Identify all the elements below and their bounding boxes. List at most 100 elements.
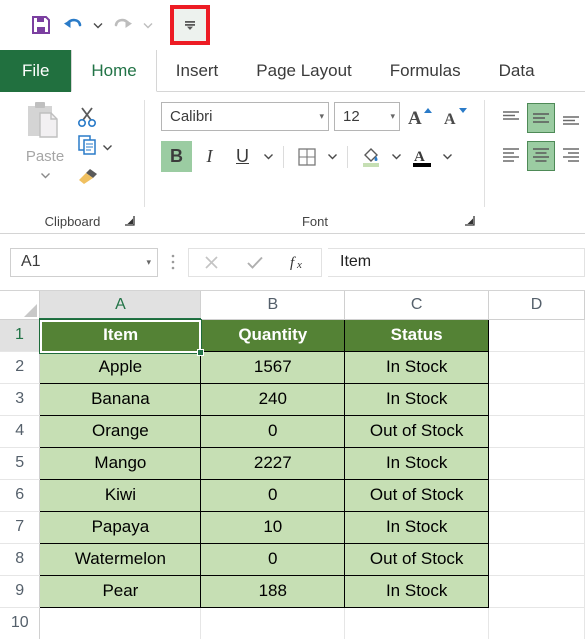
cell-d6[interactable]	[488, 479, 585, 512]
redo-dropdown-button[interactable]	[140, 10, 156, 40]
cell-a6[interactable]: Kiwi	[39, 478, 202, 512]
customize-quick-access-toolbar-button[interactable]	[170, 5, 210, 45]
cell-c1[interactable]: Status	[344, 318, 490, 352]
cell-b3[interactable]: 240	[200, 382, 346, 416]
cell-a3[interactable]: Banana	[39, 382, 202, 416]
cell-b4[interactable]: 0	[200, 414, 346, 448]
tab-data[interactable]: Data	[480, 50, 554, 92]
cell-d4[interactable]	[488, 415, 585, 448]
undo-button[interactable]	[58, 10, 88, 40]
cell-c4[interactable]: Out of Stock	[344, 414, 490, 448]
cell-d10[interactable]	[488, 607, 585, 639]
cell-a10[interactable]	[39, 607, 202, 639]
row-header-5[interactable]: 5	[0, 447, 41, 480]
row-header-9[interactable]: 9	[0, 575, 41, 608]
cell-a4[interactable]: Orange	[39, 414, 202, 448]
align-right-button[interactable]	[558, 141, 585, 171]
row-header-6[interactable]: 6	[0, 479, 41, 512]
row-header-7[interactable]: 7	[0, 511, 41, 544]
enter-formula-button[interactable]	[233, 249, 277, 276]
underline-button[interactable]: U	[227, 141, 258, 172]
cell-a1[interactable]: Item	[39, 318, 202, 352]
borders-dropdown-button[interactable]	[324, 141, 340, 172]
cell-b6[interactable]: 0	[200, 478, 346, 512]
tab-formulas[interactable]: Formulas	[371, 50, 480, 92]
cell-d9[interactable]	[488, 575, 585, 608]
cell-d2[interactable]	[488, 351, 585, 384]
cell-a8[interactable]: Watermelon	[39, 542, 202, 576]
tab-page-layout[interactable]: Page Layout	[237, 50, 370, 92]
align-left-button[interactable]	[497, 141, 524, 171]
cell-c2[interactable]: In Stock	[344, 350, 490, 384]
cell-c9[interactable]: In Stock	[344, 574, 490, 608]
cell-c8[interactable]: Out of Stock	[344, 542, 490, 576]
row-header-4[interactable]: 4	[0, 415, 41, 448]
cell-c6[interactable]: Out of Stock	[344, 478, 490, 512]
font-dialog-launcher[interactable]	[463, 214, 477, 228]
cell-d8[interactable]	[488, 543, 585, 576]
font-name-combobox[interactable]: Calibri ▾	[161, 102, 329, 131]
top-align-button[interactable]	[497, 103, 524, 133]
undo-dropdown-button[interactable]	[90, 10, 106, 40]
formula-input[interactable]: Item	[328, 247, 585, 277]
cell-b7[interactable]: 10	[200, 510, 346, 544]
bold-button[interactable]: B	[161, 141, 192, 172]
save-button[interactable]	[26, 10, 56, 40]
cell-a5[interactable]: Mango	[39, 446, 202, 480]
cell-c5[interactable]: In Stock	[344, 446, 490, 480]
row-header-10[interactable]: 10	[0, 607, 41, 639]
increase-font-size-button[interactable]: A	[405, 102, 435, 131]
cell-b1[interactable]: Quantity	[200, 318, 346, 352]
copy-button[interactable]	[76, 134, 98, 161]
fill-color-button[interactable]	[355, 141, 386, 172]
cell-b9[interactable]: 188	[200, 574, 346, 608]
middle-align-button[interactable]	[527, 103, 555, 133]
tab-file[interactable]: File	[0, 50, 72, 92]
paste-button[interactable]: Paste	[14, 100, 76, 192]
font-color-dropdown-button[interactable]	[439, 141, 455, 172]
formula-bar-handle[interactable]	[158, 247, 188, 277]
cell-c3[interactable]: In Stock	[344, 382, 490, 416]
cell-a9[interactable]: Pear	[39, 574, 202, 608]
row-header-1[interactable]: 1	[0, 319, 41, 352]
select-all-button[interactable]	[0, 291, 41, 320]
clipboard-dialog-launcher[interactable]	[123, 214, 137, 228]
tab-home[interactable]: Home	[71, 50, 157, 92]
column-header-c[interactable]: C	[344, 291, 490, 320]
cut-button[interactable]	[76, 102, 113, 132]
row-header-3[interactable]: 3	[0, 383, 41, 416]
tab-insert[interactable]: Insert	[157, 50, 238, 92]
underline-dropdown-button[interactable]	[260, 141, 276, 172]
insert-function-button[interactable]: f x	[277, 249, 321, 276]
name-box[interactable]: A1 ▾	[10, 247, 158, 277]
format-painter-button[interactable]	[76, 162, 113, 192]
cell-c10[interactable]	[344, 607, 490, 639]
cell-b10[interactable]	[200, 607, 346, 639]
copy-dropdown-icon[interactable]	[102, 138, 113, 156]
cell-a7[interactable]: Papaya	[39, 510, 202, 544]
cell-b5[interactable]: 2227	[200, 446, 346, 480]
font-size-combobox[interactable]: 12 ▾	[334, 102, 400, 131]
paste-dropdown-icon[interactable]	[40, 166, 51, 184]
cell-a2[interactable]: Apple	[39, 350, 202, 384]
column-header-d[interactable]: D	[488, 291, 585, 320]
column-header-a[interactable]: A	[39, 291, 202, 320]
cell-d7[interactable]	[488, 511, 585, 544]
cell-b8[interactable]: 0	[200, 542, 346, 576]
borders-button[interactable]	[291, 141, 322, 172]
redo-button[interactable]	[108, 10, 138, 40]
bottom-align-button[interactable]	[558, 103, 585, 133]
font-color-button[interactable]: A	[406, 141, 437, 172]
row-header-8[interactable]: 8	[0, 543, 41, 576]
cell-d5[interactable]	[488, 447, 585, 480]
cell-d3[interactable]	[488, 383, 585, 416]
italic-button[interactable]: I	[194, 141, 225, 172]
cell-b2[interactable]: 1567	[200, 350, 346, 384]
fill-color-dropdown-button[interactable]	[388, 141, 404, 172]
row-header-2[interactable]: 2	[0, 351, 41, 384]
center-align-button[interactable]	[527, 141, 555, 171]
cell-d1[interactable]	[488, 319, 585, 352]
cell-c7[interactable]: In Stock	[344, 510, 490, 544]
cancel-formula-button[interactable]	[189, 249, 233, 276]
decrease-font-size-button[interactable]: A	[440, 102, 470, 131]
